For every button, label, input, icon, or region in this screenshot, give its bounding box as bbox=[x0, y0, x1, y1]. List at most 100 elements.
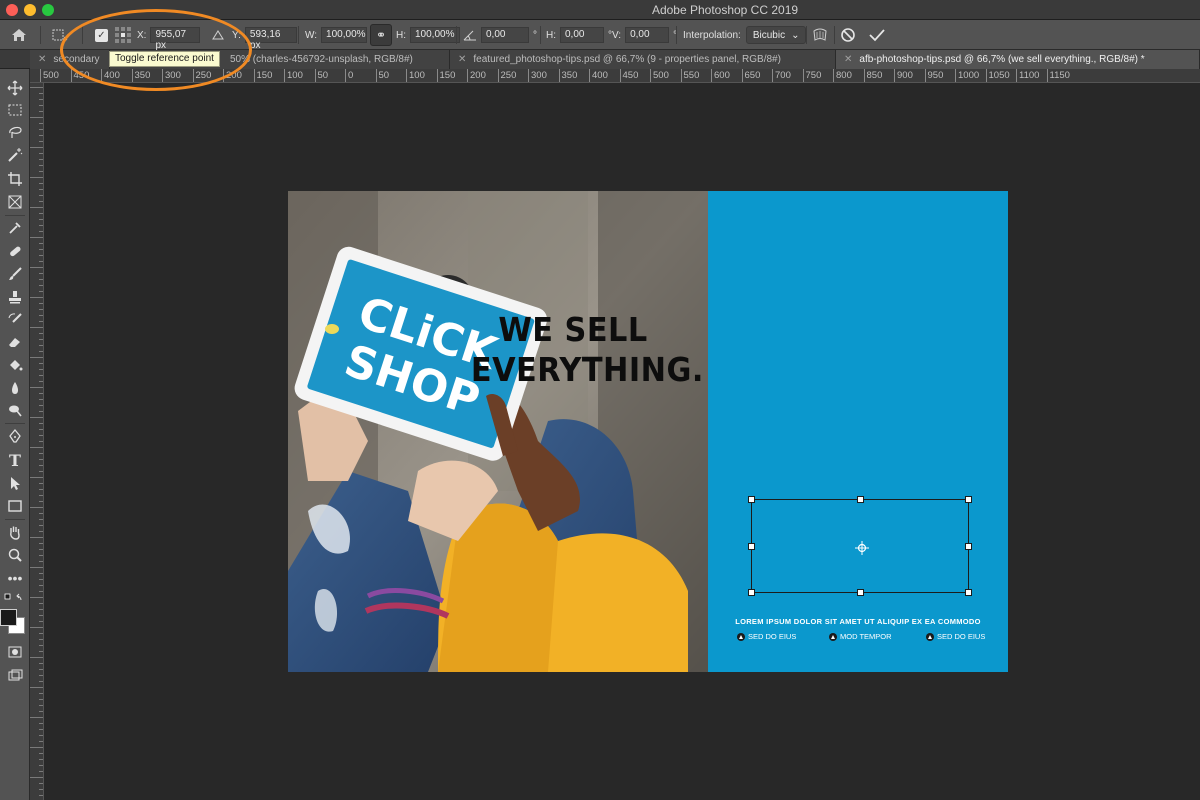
quick-mask-button[interactable] bbox=[3, 641, 27, 663]
close-tab-icon[interactable]: ✕ bbox=[38, 54, 46, 65]
eyedropper-tool[interactable] bbox=[3, 217, 27, 239]
ruler-tick bbox=[39, 333, 43, 334]
ruler-tick bbox=[39, 495, 43, 496]
reference-point-crosshair-icon[interactable] bbox=[855, 541, 869, 555]
clone-stamp-tool[interactable] bbox=[3, 286, 27, 308]
ruler-tick bbox=[39, 441, 43, 442]
ruler-tick bbox=[39, 213, 43, 214]
healing-brush-tool[interactable] bbox=[3, 240, 27, 262]
headline-line-2: EVERYTHING. bbox=[470, 350, 704, 389]
interpolation-select[interactable]: Bicubic ⌄ bbox=[745, 26, 807, 44]
transform-handle-left[interactable] bbox=[748, 543, 755, 550]
transform-handle-bottom-left[interactable] bbox=[748, 589, 755, 596]
type-tool[interactable]: T bbox=[3, 449, 27, 471]
transform-handle-bottom-right[interactable] bbox=[965, 589, 972, 596]
headline-line-1: WE SELL bbox=[498, 310, 648, 349]
ruler-tick bbox=[39, 405, 43, 406]
hand-tool[interactable] bbox=[3, 521, 27, 543]
tab-featured-photoshop-tips[interactable]: ✕ featured_photoshop-tips.psd @ 66,7% (9… bbox=[450, 50, 836, 69]
ruler-tick bbox=[39, 675, 43, 676]
ruler-tick bbox=[39, 633, 43, 634]
ruler-tick bbox=[30, 687, 43, 688]
foreground-color-swatch[interactable] bbox=[0, 609, 17, 626]
relative-position-icon[interactable] bbox=[212, 29, 224, 41]
transform-tool-preset[interactable] bbox=[50, 20, 68, 50]
ruler-tick bbox=[39, 195, 43, 196]
paint-bucket-tool[interactable] bbox=[3, 354, 27, 376]
ruler-tick bbox=[30, 177, 43, 178]
lasso-tool[interactable] bbox=[3, 121, 27, 143]
reference-point-locator[interactable] bbox=[115, 20, 131, 50]
ruler-label: 100 bbox=[406, 69, 425, 82]
ruler-label: 400 bbox=[101, 69, 120, 82]
ruler-tick bbox=[30, 777, 43, 778]
transform-handle-top-left[interactable] bbox=[748, 496, 755, 503]
headline-text-layer[interactable]: WE SELL EVERYTHING. bbox=[470, 310, 704, 390]
path-selection-tool[interactable] bbox=[3, 472, 27, 494]
commit-transform-button[interactable] bbox=[868, 20, 886, 50]
vertical-skew-label: V: bbox=[612, 29, 622, 41]
maintain-aspect-ratio-button[interactable]: ⚭ bbox=[370, 24, 392, 46]
vertical-skew-field[interactable]: 0,00 bbox=[625, 27, 670, 43]
height-field[interactable]: 100,00% bbox=[410, 27, 460, 43]
eraser-tool[interactable] bbox=[3, 331, 27, 353]
ruler-label: 150 bbox=[436, 69, 455, 82]
swap-colors-icon bbox=[4, 593, 22, 601]
feature-list: SED DO EIUS MOD TEMPOR SED DO EIUS bbox=[708, 632, 1008, 644]
ruler-tick bbox=[39, 159, 43, 160]
ruler-label: 850 bbox=[863, 69, 882, 82]
ruler-tick bbox=[30, 477, 43, 478]
edit-toolbar-button[interactable]: ••• bbox=[3, 567, 27, 589]
screen-mode-button[interactable] bbox=[3, 665, 27, 687]
x-position-field[interactable]: 955,07 px bbox=[150, 27, 201, 51]
warp-mode-button[interactable] bbox=[812, 20, 828, 50]
blur-tool[interactable] bbox=[3, 377, 27, 399]
ruler-tick bbox=[39, 153, 43, 154]
ruler-tick bbox=[39, 615, 43, 616]
y-position-field[interactable]: 593,16 px bbox=[244, 27, 297, 51]
rotation-field[interactable]: 0,00 bbox=[481, 27, 529, 43]
paint-bucket-icon bbox=[10, 360, 23, 371]
magic-wand-tool[interactable] bbox=[3, 144, 27, 166]
ruler-tick bbox=[30, 717, 43, 718]
ruler-tick bbox=[39, 129, 43, 130]
width-field[interactable]: 100,00% bbox=[321, 27, 368, 43]
ruler-tick bbox=[30, 87, 43, 88]
close-tab-icon[interactable]: ✕ bbox=[844, 54, 852, 65]
crop-tool[interactable] bbox=[3, 168, 27, 190]
ruler-tick bbox=[39, 411, 43, 412]
ruler-label: 250 bbox=[497, 69, 516, 82]
transform-handle-right[interactable] bbox=[965, 543, 972, 550]
default-colors-button[interactable] bbox=[3, 592, 27, 606]
tab-afb-photoshop-tips[interactable]: ✕ afb-photoshop-tips.psd @ 66,7% (we sel… bbox=[836, 50, 1200, 69]
marquee-tool[interactable] bbox=[3, 99, 27, 121]
document-canvas[interactable]: CLiCK SHOP bbox=[288, 191, 1008, 672]
rotate-angle-icon bbox=[463, 30, 476, 41]
pen-tool[interactable] bbox=[3, 425, 27, 447]
rectangle-tool[interactable] bbox=[3, 495, 27, 517]
ruler-tick bbox=[30, 747, 43, 748]
cancel-transform-button[interactable] bbox=[840, 20, 856, 50]
horizontal-skew-field[interactable]: 0,00 bbox=[560, 27, 604, 43]
move-tool[interactable] bbox=[3, 77, 27, 99]
ruler-tick bbox=[39, 315, 43, 316]
ruler-tick bbox=[39, 681, 43, 682]
zoom-tool[interactable] bbox=[3, 544, 27, 566]
tab-secondary[interactable]: ✕ secondary bbox=[30, 50, 110, 69]
triangle-bullet-icon bbox=[926, 632, 934, 641]
options-bar: ✓ X: 955,07 px Y: 593,16 px W: 100,00% ⚭… bbox=[0, 20, 1200, 51]
close-tab-icon[interactable]: ✕ bbox=[458, 54, 466, 65]
home-button[interactable] bbox=[10, 20, 28, 50]
transform-handle-top-right[interactable] bbox=[965, 496, 972, 503]
history-brush-icon bbox=[8, 313, 22, 323]
ruler-tick bbox=[39, 171, 43, 172]
reference-point-checkbox[interactable]: ✓ bbox=[95, 28, 108, 42]
transform-handle-bottom[interactable] bbox=[857, 589, 864, 596]
ruler-tick bbox=[39, 639, 43, 640]
frame-tool[interactable] bbox=[3, 191, 27, 213]
brush-tool[interactable] bbox=[3, 263, 27, 285]
transform-handle-top[interactable] bbox=[857, 496, 864, 503]
history-brush-tool[interactable] bbox=[3, 309, 27, 331]
ruler-tick bbox=[39, 501, 43, 502]
dodge-tool[interactable] bbox=[3, 399, 27, 421]
